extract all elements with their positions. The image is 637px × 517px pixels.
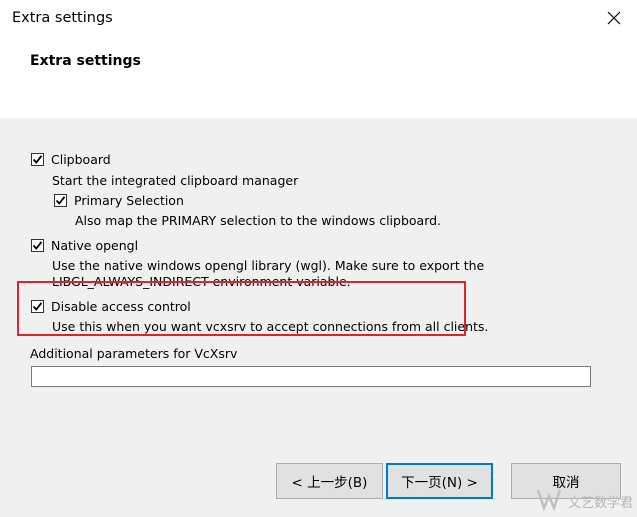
watermark-logo-icon xyxy=(536,488,562,515)
clipboard-description: Start the integrated clipboard manager xyxy=(52,173,299,188)
native-opengl-label: Native opengl xyxy=(51,238,139,253)
primary-selection-checkbox[interactable] xyxy=(54,194,67,207)
clipboard-option[interactable]: Clipboard xyxy=(31,152,111,167)
title-bar: Extra settings xyxy=(0,0,637,38)
window-title: Extra settings xyxy=(12,10,113,26)
highlight-annotation xyxy=(17,281,466,336)
primary-selection-description: Also map the PRIMARY selection to the wi… xyxy=(75,213,442,228)
close-icon xyxy=(607,11,621,28)
native-opengl-checkbox[interactable] xyxy=(31,239,44,252)
close-button[interactable] xyxy=(591,0,637,38)
checkmark-icon xyxy=(32,155,43,164)
primary-selection-option[interactable]: Primary Selection xyxy=(54,193,184,208)
clipboard-checkbox[interactable] xyxy=(31,153,44,166)
next-button[interactable]: 下一页(N) > xyxy=(386,463,493,499)
page-title: Extra settings xyxy=(30,53,141,69)
clipboard-label: Clipboard xyxy=(51,152,111,167)
back-button[interactable]: < 上一步(B) xyxy=(276,463,383,499)
watermark-text: 文艺数学君 xyxy=(567,496,633,511)
wizard-header: Extra settings xyxy=(0,38,637,118)
primary-selection-label: Primary Selection xyxy=(74,193,184,208)
additional-params-input[interactable] xyxy=(31,366,591,387)
additional-params-label: Additional parameters for VcXsrv xyxy=(30,346,238,361)
checkmark-icon xyxy=(55,196,66,205)
checkmark-icon xyxy=(32,241,43,250)
native-opengl-description-line1: Use the native windows opengl library (w… xyxy=(52,258,485,273)
native-opengl-option[interactable]: Native opengl xyxy=(31,238,138,253)
watermark: 文艺数学君 xyxy=(536,488,633,515)
